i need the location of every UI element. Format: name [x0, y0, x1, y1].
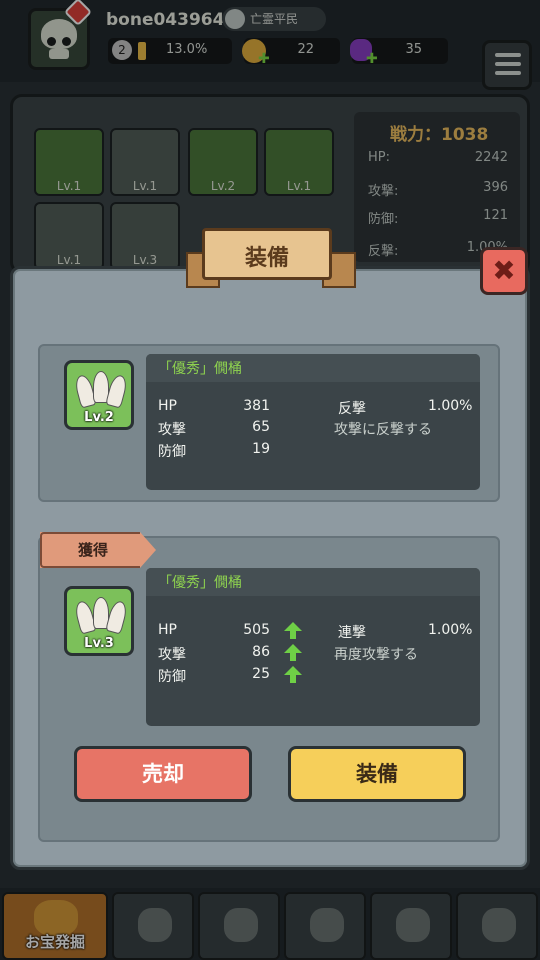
new-item-info: 「優秀」僩桶 HP 505 攻撃 86 防御 25 連撃 1.00% 再度攻撃す…: [146, 568, 480, 726]
tag-point: [140, 532, 156, 568]
equip-button[interactable]: 装備: [288, 746, 466, 802]
special-desc: 再度攻撃する: [334, 647, 418, 663]
special-label: 反撃: [338, 401, 366, 417]
item-name: 「優秀」僩桶: [158, 575, 242, 591]
stat-value: 19: [252, 441, 270, 457]
stat-value: 86: [252, 644, 270, 660]
new-item-icon[interactable]: Lv.3: [64, 586, 134, 656]
sell-button[interactable]: 売却: [74, 746, 252, 802]
current-item-icon[interactable]: Lv.2: [64, 360, 134, 430]
special-value: 1.00%: [428, 622, 473, 638]
close-icon: ✖: [492, 254, 516, 287]
stat-value: 505: [243, 622, 270, 638]
stat-value: 25: [252, 666, 270, 682]
special-label: 連撃: [338, 625, 366, 641]
stat-up-arrow-icon: [284, 644, 302, 661]
obtained-label: 獲得: [78, 541, 109, 559]
special-desc: 攻撃に反撃する: [334, 422, 432, 438]
horn-icon: [105, 373, 129, 409]
modal-title-ribbon: 装備: [186, 228, 356, 294]
obtained-tag: 獲得: [40, 532, 156, 568]
modal-title: 装備: [244, 246, 289, 271]
stat-label: 攻撃: [158, 422, 186, 438]
item-level: Lv.3: [84, 636, 114, 651]
stat-value: 65: [252, 419, 270, 435]
stat-label: 防御: [158, 444, 186, 460]
stat-label: HP: [158, 398, 177, 414]
current-item-info: 「優秀」僩桶 HP 381 攻撃 65 防御 19 反撃 1.00% 攻撃に反撃…: [146, 354, 480, 490]
close-button[interactable]: ✖: [480, 247, 528, 295]
item-level: Lv.2: [84, 410, 114, 425]
stat-value: 381: [243, 398, 270, 414]
stat-up-arrow-icon: [284, 666, 302, 683]
stat-label: 攻撃: [158, 647, 186, 663]
stat-label: HP: [158, 622, 177, 638]
horn-icon: [105, 599, 129, 635]
item-name: 「優秀」僩桶: [158, 361, 242, 377]
stat-up-arrow-icon: [284, 622, 302, 639]
special-value: 1.00%: [428, 398, 473, 414]
stat-label: 防御: [158, 669, 186, 685]
